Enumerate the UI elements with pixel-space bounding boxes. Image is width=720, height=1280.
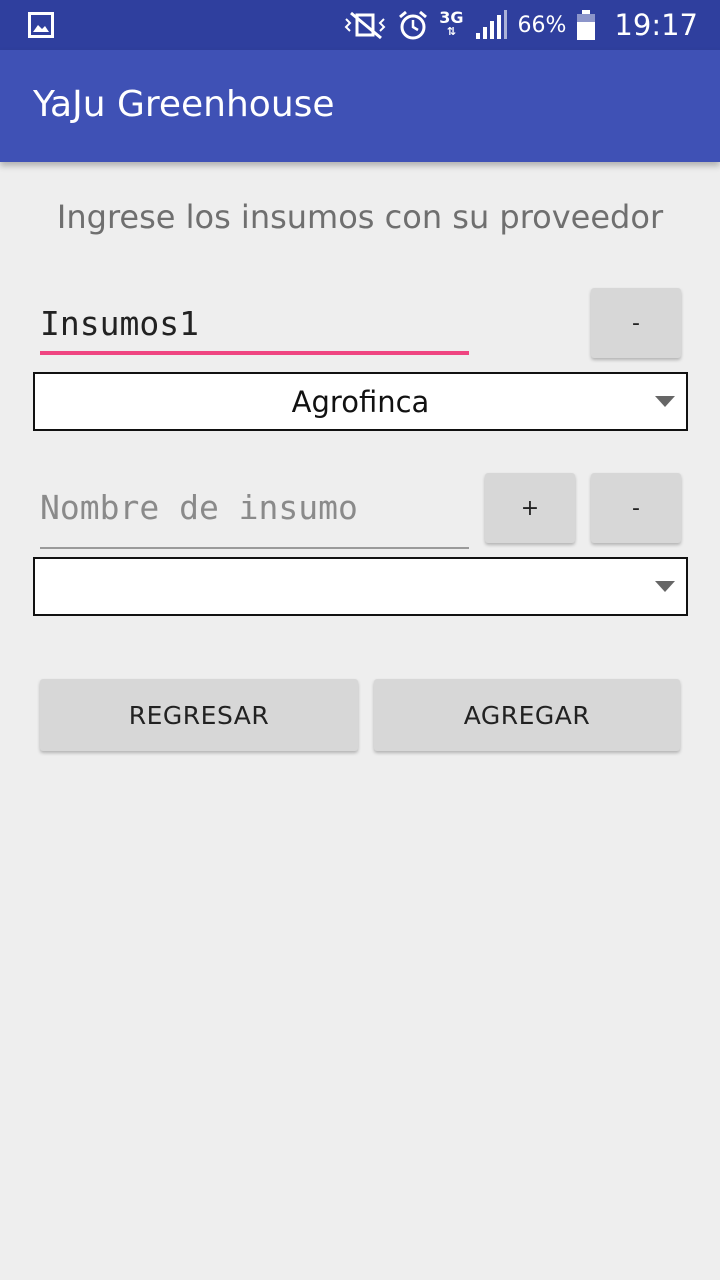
clock: 19:17 (614, 8, 698, 42)
input-underline (40, 547, 469, 549)
remove-insumo-button-1[interactable]: - (591, 288, 681, 358)
form-heading: Ingrese los insumos con su proveedor (56, 198, 664, 236)
alarm-icon (399, 10, 428, 40)
app-title: YaJu Greenhouse (33, 84, 335, 125)
input-underline-focused (40, 351, 469, 355)
back-button[interactable]: REGRESAR (40, 679, 358, 751)
add-insumo-button[interactable]: + (485, 473, 575, 543)
insumo-name-input-1[interactable] (40, 288, 469, 358)
battery-percent: 66% (517, 12, 567, 38)
dropdown-arrow-icon (655, 396, 675, 407)
app-bar: YaJu Greenhouse (0, 50, 720, 162)
battery-icon (577, 10, 596, 40)
dropdown-arrow-icon (655, 581, 675, 592)
supplier-spinner-2[interactable] (33, 557, 688, 616)
signal-icon (475, 10, 507, 39)
supplier-selected-value: Agrofinca (291, 384, 430, 419)
3g-icon: 3G ⇅ (439, 8, 464, 39)
vibrate-mute-icon (344, 11, 386, 39)
add-button[interactable]: AGREGAR (374, 679, 680, 751)
insumo-name-input-2[interactable] (40, 472, 469, 542)
status-bar: 3G ⇅ 66% 19:17 (0, 0, 720, 50)
image-notification-icon (28, 12, 54, 38)
remove-insumo-button-2[interactable]: - (591, 473, 681, 543)
supplier-spinner-1[interactable]: Agrofinca (33, 372, 688, 431)
